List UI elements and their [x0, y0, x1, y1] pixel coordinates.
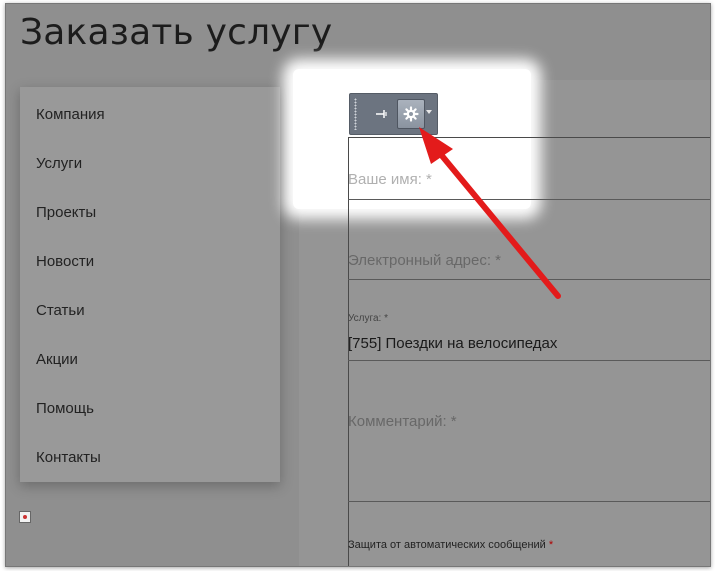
sidebar-item-projects[interactable]: Проекты [36, 204, 96, 221]
sidebar-item-contacts[interactable]: Контакты [36, 449, 101, 466]
sidebar-item-help[interactable]: Помощь [36, 400, 94, 417]
gear-icon [403, 106, 419, 122]
page-title: Заказать услугу [20, 12, 333, 53]
sidebar-menu: Компания Услуги Проекты Новости Статьи А… [20, 87, 280, 482]
sidebar-item-promotions[interactable]: Акции [36, 351, 78, 368]
pin-icon [376, 110, 387, 118]
comment-field-underline [348, 501, 710, 502]
pin-button[interactable] [372, 104, 392, 124]
required-asterisk: * [548, 539, 554, 551]
service-field-underline [348, 360, 710, 361]
app-window: Заказать услугу Компания Услуги Проекты … [5, 3, 711, 567]
settings-button[interactable] [397, 99, 425, 129]
email-field-underline [348, 279, 710, 280]
name-field[interactable]: Ваше имя: * [348, 171, 432, 188]
captcha-label: Защита от автоматических сообщений * [348, 539, 553, 551]
sidebar-item-company[interactable]: Компания [36, 106, 105, 123]
small-widget-icon[interactable] [19, 511, 31, 523]
grip-handle-icon[interactable] [354, 98, 357, 130]
element-toolbar [349, 93, 438, 135]
sidebar-item-services[interactable]: Услуги [36, 155, 82, 172]
sidebar-item-articles[interactable]: Статьи [36, 302, 85, 319]
service-field-label: Услуга: * [348, 313, 388, 324]
sidebar-item-news[interactable]: Новости [36, 253, 94, 270]
chevron-down-icon[interactable] [426, 110, 432, 114]
email-field[interactable]: Электронный адрес: * [348, 252, 501, 269]
service-field[interactable]: [755] Поездки на велосипедах [348, 335, 557, 352]
order-form [348, 137, 710, 566]
captcha-label-text: Защита от автоматических сообщений [348, 539, 546, 551]
comment-field[interactable]: Комментарий: * [348, 413, 457, 430]
name-field-underline [348, 199, 710, 200]
